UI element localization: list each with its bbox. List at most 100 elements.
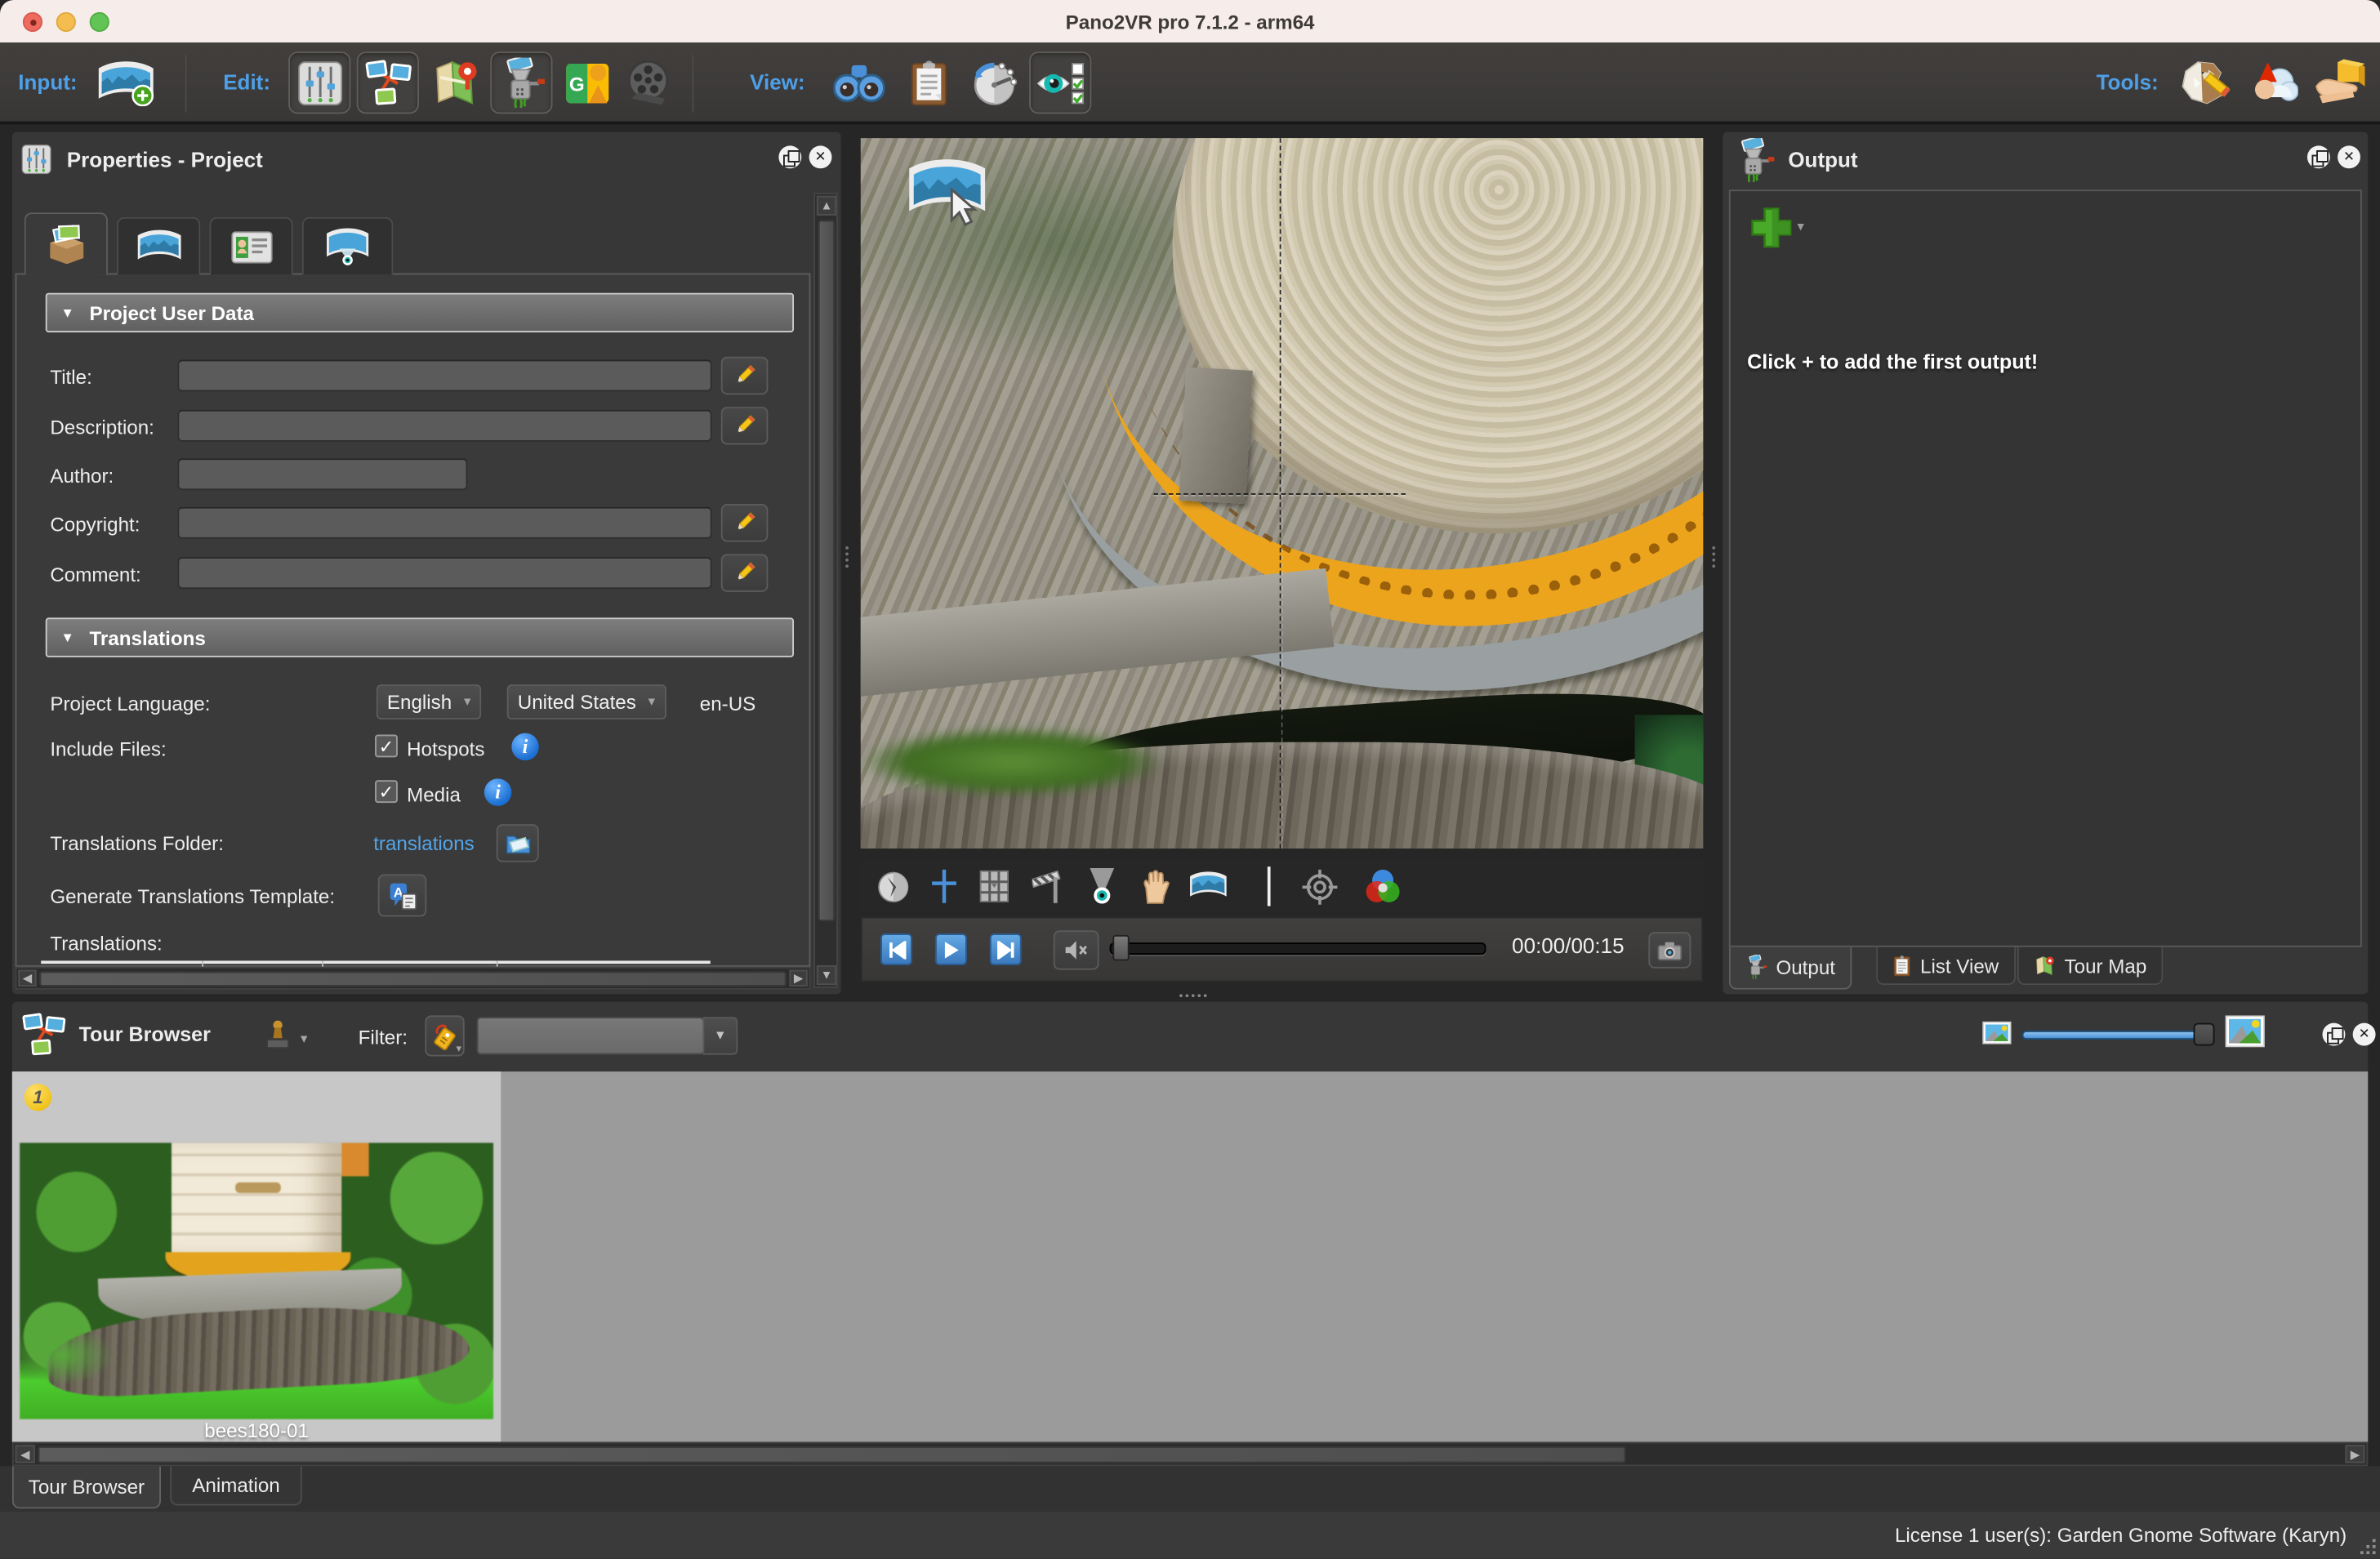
media-info-icon[interactable]: i — [484, 778, 511, 805]
tab-label: List View — [1920, 954, 1999, 977]
view-time-button[interactable] — [965, 53, 1020, 114]
filter-input[interactable] — [477, 1017, 705, 1054]
mute-button[interactable] — [1054, 930, 1099, 969]
generate-template-label: Generate Translations Template: — [50, 885, 335, 908]
tools-package-button[interactable] — [2309, 53, 2369, 114]
edit-streetview-button[interactable]: G — [559, 51, 617, 114]
edit-properties-button[interactable] — [288, 51, 350, 114]
color-adjust-tool[interactable] — [1362, 865, 1404, 907]
translations-folder-button[interactable] — [497, 824, 539, 862]
node-marker[interactable] — [907, 156, 988, 234]
tab-tour-browser[interactable]: Tour Browser — [12, 1466, 161, 1508]
chevron-down-icon[interactable]: ▾ — [301, 1031, 307, 1047]
playback-slider-track[interactable] — [1110, 942, 1486, 955]
copyright-field[interactable] — [177, 507, 711, 539]
viewcone-tool[interactable] — [1082, 865, 1121, 907]
generate-template-button[interactable]: A — [378, 874, 426, 916]
thumbnail-zoom-slider-track[interactable] — [2022, 1031, 2213, 1040]
panorama-tile-selected[interactable]: 1 bees180-01 — [12, 1071, 501, 1441]
north-tool[interactable] — [1029, 866, 1068, 906]
filter-tag-button[interactable]: ▾ — [425, 1015, 464, 1056]
language-select[interactable]: English ▾ — [377, 684, 482, 719]
scrollbar-thumb[interactable] — [818, 220, 835, 921]
splitter-right[interactable] — [1712, 546, 1715, 568]
tour-browser-icon — [21, 1013, 67, 1066]
tab-animation[interactable]: Animation — [170, 1466, 302, 1505]
tab-list-view[interactable]: List View — [1876, 947, 2016, 985]
play-button[interactable] — [935, 933, 967, 965]
edit-map-button[interactable] — [426, 51, 484, 114]
region-value: United States — [518, 691, 636, 714]
scrollbar-thumb[interactable] — [39, 971, 786, 987]
playback-slider-handle[interactable] — [1112, 935, 1129, 961]
properties-close-button[interactable]: ✕ — [809, 145, 832, 168]
pan-tool[interactable] — [1135, 866, 1174, 906]
tools-skin-editor-button[interactable] — [2175, 53, 2235, 114]
tab-project[interactable] — [25, 212, 108, 274]
scrollbar-thumb[interactable] — [38, 1446, 1625, 1463]
compass-tool[interactable] — [874, 868, 911, 905]
skip-end-button[interactable] — [990, 933, 1022, 965]
stamp-tool-button[interactable] — [255, 1013, 301, 1059]
resize-grip[interactable] — [2355, 1535, 2377, 1556]
field-label-author: Author: — [50, 465, 114, 488]
author-field[interactable] — [177, 458, 467, 490]
section-translations[interactable]: ▼ Translations — [46, 617, 794, 657]
properties-horizontal-scrollbar[interactable]: ◀ ▶ — [16, 967, 811, 990]
splitter-left[interactable] — [845, 546, 849, 568]
copyright-edit-button[interactable] — [721, 504, 769, 541]
title-field[interactable] — [177, 359, 711, 391]
scroll-right-button[interactable]: ▶ — [2345, 1445, 2364, 1463]
media-checkbox[interactable]: ✓ — [375, 780, 398, 803]
comment-edit-button[interactable] — [721, 554, 769, 591]
splitter-bottom[interactable] — [1179, 994, 1206, 997]
skip-start-button[interactable] — [880, 933, 912, 965]
hotspots-info-icon[interactable]: i — [511, 733, 538, 760]
properties-float-button[interactable] — [778, 145, 801, 168]
snapshot-button[interactable] — [1648, 932, 1691, 969]
translations-folder-link[interactable]: translations — [373, 831, 475, 854]
region-select[interactable]: United States ▾ — [507, 684, 666, 719]
comment-field[interactable] — [177, 557, 711, 589]
tab-user-data[interactable] — [209, 217, 292, 275]
tour-browser-scrollbar[interactable]: ◀ ▶ — [12, 1442, 2368, 1467]
title-edit-button[interactable] — [721, 357, 769, 394]
tab-output[interactable]: Output — [1729, 947, 1852, 990]
tour-browser-float-button[interactable] — [2323, 1023, 2346, 1046]
properties-vertical-scrollbar[interactable]: ▲ ▼ — [813, 193, 838, 988]
view-list-button[interactable] — [902, 53, 956, 114]
hotspots-checkbox[interactable]: ✓ — [375, 735, 398, 758]
panorama-viewport[interactable] — [861, 138, 1703, 849]
tools-gnome-cloud-button[interactable] — [2242, 53, 2302, 114]
output-close-button[interactable]: ✕ — [2338, 145, 2360, 168]
section-project-user-data[interactable]: ▼ Project User Data — [46, 293, 794, 332]
compass-icon — [876, 871, 908, 902]
tab-tour-map[interactable]: Tour Map — [2017, 947, 2164, 985]
add-output-button[interactable]: ▾ — [1750, 207, 1814, 255]
main-toolbar: Input: Edit: — [0, 42, 2380, 124]
description-edit-button[interactable] — [721, 407, 769, 444]
tab-panorama[interactable] — [117, 217, 200, 275]
target-view-tool[interactable] — [1298, 865, 1340, 907]
filter-dropdown-button[interactable]: ▾ — [702, 1017, 738, 1054]
description-field[interactable] — [177, 410, 711, 442]
scroll-left-button[interactable]: ◀ — [16, 1445, 35, 1463]
edit-patch-button[interactable] — [490, 51, 552, 114]
edit-video-button[interactable] — [621, 51, 679, 114]
view-find-button[interactable] — [829, 53, 889, 114]
grid-tool[interactable] — [976, 868, 1013, 905]
view-visibility-button[interactable] — [1029, 51, 1091, 114]
edit-tour-browser-button[interactable] — [357, 51, 419, 114]
tour-browser-close-button[interactable]: ✕ — [2353, 1023, 2376, 1046]
thumbnail-zoom-slider-handle[interactable] — [2194, 1023, 2215, 1046]
scroll-up-button[interactable]: ▲ — [817, 196, 836, 216]
scroll-down-button[interactable]: ▼ — [817, 965, 836, 985]
crosshair-tool[interactable] — [926, 866, 963, 906]
output-float-button[interactable] — [2307, 145, 2330, 168]
input-panorama-button[interactable] — [94, 53, 158, 114]
projection-tool[interactable] — [1187, 868, 1229, 905]
tour-map-tab-icon — [2034, 954, 2055, 977]
scroll-right-button[interactable]: ▶ — [789, 970, 807, 987]
scroll-left-button[interactable]: ◀ — [18, 970, 36, 987]
tab-viewing-parameters[interactable] — [302, 217, 394, 275]
